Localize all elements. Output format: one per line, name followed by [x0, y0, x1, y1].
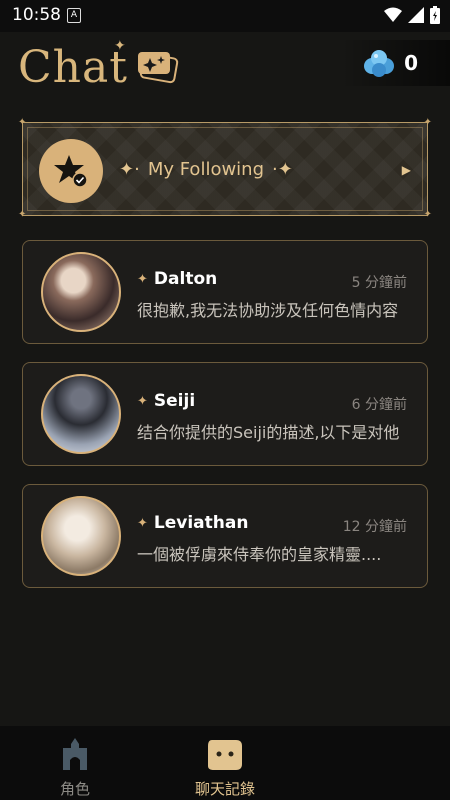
tab-chat-history-label: 聊天記錄 [194, 780, 255, 798]
chat-badge-icon [138, 52, 179, 84]
battery-icon [430, 6, 440, 24]
gem-icon [364, 50, 395, 77]
chevron-right-icon: ▶ [401, 163, 411, 177]
chat-list-item[interactable]: ✦ Leviathan 12 分鐘前 一個被俘虜來侍奉你的皇家精靈.... [22, 484, 428, 588]
castle-icon [63, 738, 87, 770]
avatar [41, 374, 121, 454]
diamond-icon: ✦ [137, 271, 148, 287]
corner-sparkle-icon: ✦ [18, 117, 27, 128]
sparkle-icon: ✦ [114, 38, 126, 54]
name-row: ✦ Seiji [137, 391, 195, 411]
diamond-icon: ✦ [137, 515, 148, 531]
signal-icon [408, 7, 424, 23]
header: Chat ✦ 0 [0, 32, 450, 110]
tab-chat-history[interactable]: 聊天記錄 [165, 736, 285, 799]
corner-sparkle-icon: ✦ [423, 209, 432, 220]
tab-characters[interactable]: 角色 [15, 736, 135, 799]
last-message: 结合你提供的Seiji的描述,以下是对他 [137, 423, 400, 442]
chat-list-item[interactable]: ✦ Seiji 6 分鐘前 结合你提供的Seiji的描述,以下是对他 [22, 362, 428, 466]
status-time: 10:58 [12, 5, 61, 25]
timestamp: 6 分鐘前 [351, 397, 407, 413]
name-row: ✦ Leviathan [137, 513, 248, 533]
chat-bubble-icon [208, 740, 242, 770]
character-name: Dalton [153, 269, 218, 289]
diamond-icon: ✦ [137, 393, 148, 409]
corner-sparkle-icon: ✦ [18, 209, 27, 220]
gem-count: 0 [404, 51, 418, 75]
wifi-icon [384, 7, 402, 22]
corner-sparkle-icon: ✦ [423, 117, 432, 128]
following-label-row: ✦· My Following ·✦ [119, 159, 293, 180]
notification-icon: A [67, 8, 81, 23]
tab-characters-label: 角色 [59, 780, 90, 798]
last-message: 很抱歉,我无法协助涉及任何色情内容 [137, 301, 399, 320]
gem-balance[interactable]: 0 [340, 40, 450, 86]
star-check-icon [54, 155, 88, 188]
sparkle-icon: ✦· [119, 159, 140, 180]
avatar [41, 496, 121, 576]
timestamp: 5 分鐘前 [351, 275, 407, 291]
my-following-banner[interactable]: ✦ ✦ ✦ ✦ ✦· My Following ·✦ ▶ [18, 118, 432, 220]
chat-list-item[interactable]: ✦ Dalton 5 分鐘前 很抱歉,我无法协助涉及任何色情内容 [22, 240, 428, 344]
character-name: Seiji [153, 391, 196, 411]
status-icons [384, 6, 440, 24]
sparkle-icon: ·✦ [272, 159, 293, 180]
following-icon-circle [39, 139, 103, 203]
bottom-nav: 角色 聊天記錄 [0, 726, 450, 800]
page-title: Chat [18, 42, 128, 93]
following-label: My Following [147, 159, 265, 180]
last-message: 一個被俘虜來侍奉你的皇家精靈.... [137, 545, 382, 564]
name-row: ✦ Dalton [137, 269, 217, 289]
timestamp: 12 分鐘前 [342, 519, 407, 535]
avatar [41, 252, 121, 332]
character-name: Leviathan [153, 513, 249, 533]
status-bar: 10:58 A [0, 0, 450, 32]
